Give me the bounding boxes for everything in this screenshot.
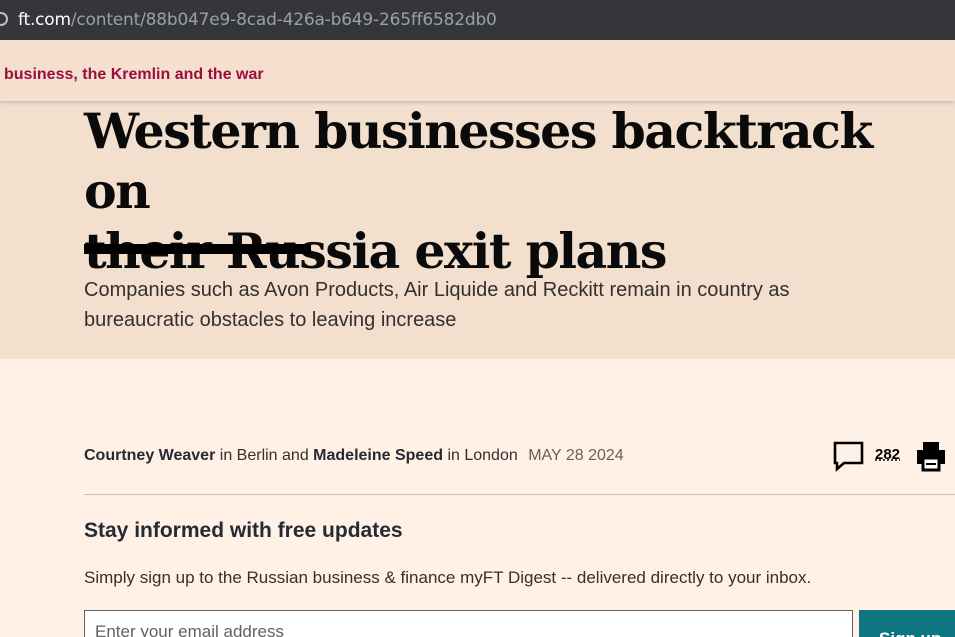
promo-text: Simply sign up to the Russian business &… (84, 568, 812, 587)
byline: Courtney Weaver in Berlin and Madeleine … (84, 447, 624, 465)
url-text[interactable]: ft.com/content/88b047e9-8cad-426a-b649-2… (18, 10, 497, 30)
standfirst: Companies such as Avon Products, Air Liq… (84, 279, 790, 331)
comments-button[interactable] (832, 440, 866, 472)
topic-bar: business, the Kremlin and the war (0, 40, 955, 101)
sign-up-button[interactable]: Sign up (859, 610, 955, 637)
comment-count[interactable]: 282 (875, 446, 900, 463)
url-path: /content/88b047e9-8cad-426a-b649-265ff65… (70, 10, 497, 30)
email-input[interactable] (84, 610, 853, 637)
headline-rule (84, 244, 311, 254)
byline-location: in Berlin and (219, 447, 309, 464)
author-link[interactable]: Courtney Weaver (84, 447, 215, 464)
topic-link[interactable]: business, the Kremlin and the war (4, 66, 264, 84)
byline-divider (84, 494, 955, 495)
url-domain: ft.com (18, 10, 71, 30)
publish-date: MAY 28 2024 (528, 447, 624, 464)
headline-line-1: Western businesses backtrack on (84, 102, 873, 220)
article-header: Western businesses backtrack on their Ru… (0, 101, 955, 359)
site-info-icon[interactable] (0, 12, 8, 26)
printer-icon (917, 442, 945, 472)
byline-location: in London (447, 447, 518, 464)
promo-title: Stay informed with free updates (84, 519, 403, 542)
browser-address-bar[interactable]: ft.com/content/88b047e9-8cad-426a-b649-2… (0, 0, 955, 40)
author-link[interactable]: Madeleine Speed (313, 447, 443, 464)
headline: Western businesses backtrack on their Ru… (84, 101, 944, 281)
comment-icon (833, 441, 864, 472)
print-button[interactable] (916, 440, 946, 472)
